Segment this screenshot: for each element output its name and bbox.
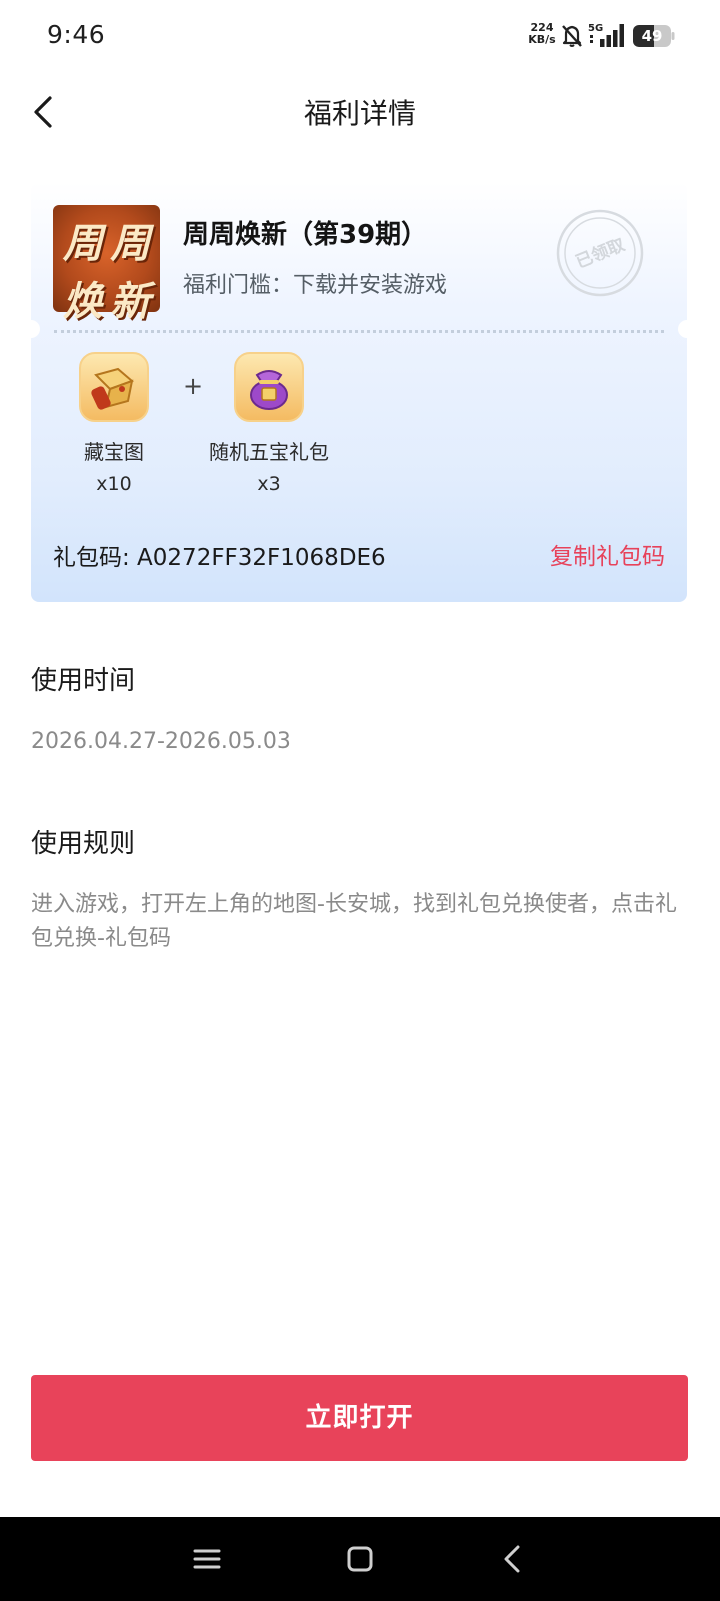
gift-bag-icon (234, 352, 304, 422)
gift-card: 周 周 焕 新 周周焕新（第39期） 福利门槛：下载并安装游戏 已领取 藏宝图 … (31, 182, 687, 602)
card-notch-left (31, 320, 40, 338)
net-speed: 224 KB/s (528, 22, 556, 46)
reward-item: 藏宝图 x10 (39, 352, 189, 495)
page-title: 福利详情 (303, 97, 416, 130)
reward-name: 随机五宝礼包 (209, 440, 329, 464)
game-logo: 周 周 焕 新 (53, 205, 160, 325)
gift-code: 礼包码: A0272FF32F1068DE6 (53, 545, 386, 571)
card-divider (54, 330, 664, 333)
copy-code-button[interactable]: 复制礼包码 (550, 537, 665, 571)
reward-item: 随机五宝礼包 x3 (194, 352, 344, 495)
menu-icon[interactable] (189, 1541, 225, 1577)
gift-detail-screen: 9:46 224 KB/s 5G 49 福利详情 周 周 焕 新 周周焕新（第3… (0, 0, 720, 1601)
network-type-label: 5G (588, 23, 603, 34)
nav-bar: 福利详情 (0, 72, 720, 152)
usage-rules-title: 使用规则 (31, 829, 136, 859)
reward-name: 藏宝图 (84, 440, 144, 464)
reward-count: x10 (96, 473, 132, 495)
open-now-button[interactable]: 立即打开 (31, 1375, 688, 1461)
logo-char: 焕 (62, 278, 103, 325)
status-time: 9:46 (47, 20, 106, 49)
gift-code-row: 礼包码: A0272FF32F1068DE6 复制礼包码 (53, 536, 665, 572)
claimed-stamp: 已领取 (556, 209, 644, 297)
logo-char: 周 (110, 220, 151, 267)
gift-threshold: 福利门槛：下载并安装游戏 (183, 273, 448, 298)
battery-level: 49 (641, 27, 663, 45)
reward-count: x3 (257, 473, 281, 495)
gift-title: 周周焕新（第39期） (183, 220, 428, 250)
back-icon[interactable] (496, 1541, 532, 1577)
usage-rules-value: 进入游戏，打开左上角的地图-长安城，找到礼包兑换使者，点击礼包兑换-礼包码 (31, 892, 677, 951)
home-icon[interactable] (342, 1541, 378, 1577)
logo-char: 新 (110, 278, 151, 325)
system-nav-bar (0, 1517, 720, 1601)
net-speed-unit: KB/s (528, 33, 556, 46)
stamp-text: 已领取 (573, 234, 628, 273)
logo-char: 周 (62, 220, 103, 267)
treasure-map-icon (79, 352, 149, 422)
bell-mute-icon (562, 25, 582, 47)
signal-icon: 5G (588, 23, 624, 47)
status-bar: 9:46 224 KB/s 5G 49 (0, 0, 720, 72)
card-notch-right (678, 320, 687, 338)
usage-time-value: 2026.04.27-2026.05.03 (31, 729, 291, 754)
usage-time-title: 使用时间 (31, 666, 136, 696)
